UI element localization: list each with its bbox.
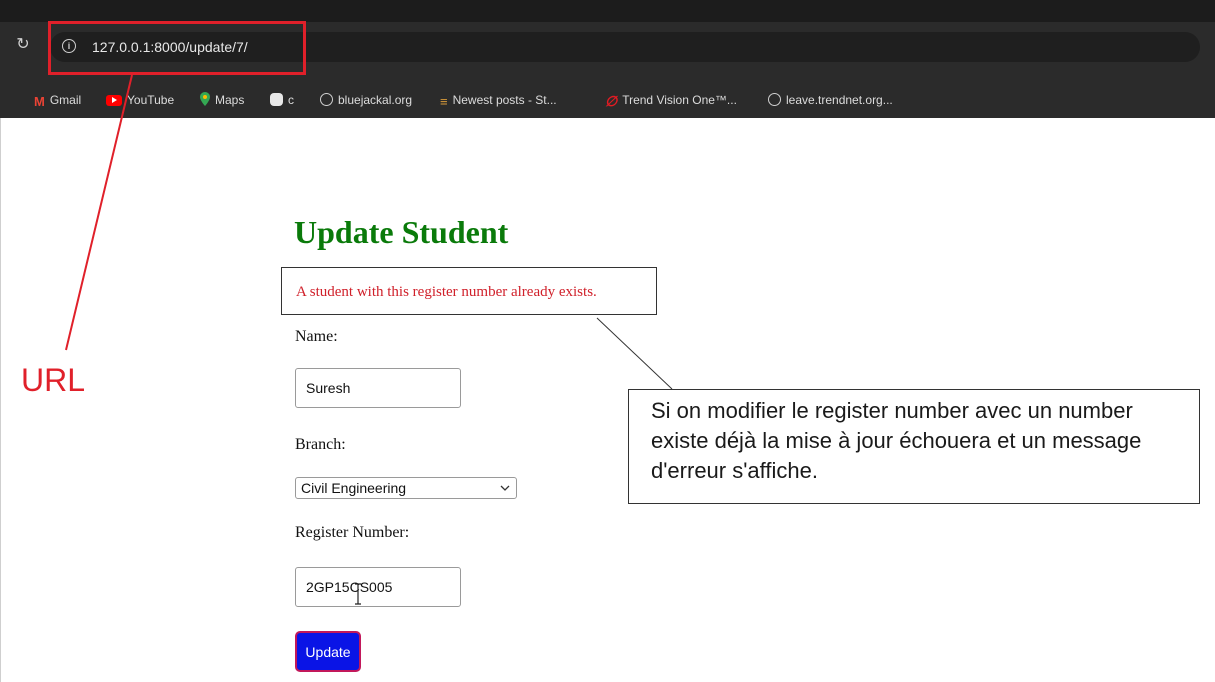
bookmark-label: YouTube bbox=[127, 93, 175, 107]
tab-strip bbox=[0, 0, 1215, 22]
bookmark-label: Maps bbox=[215, 93, 245, 107]
bookmark-leave-trendnet[interactable]: leave.trendnet.org... bbox=[768, 91, 893, 109]
maps-icon bbox=[200, 92, 210, 106]
bookmark-bluejackal[interactable]: bluejackal.org bbox=[320, 91, 412, 109]
bookmark-label: Trend Vision One™... bbox=[622, 93, 737, 107]
bookmark-label: Gmail bbox=[49, 93, 82, 107]
error-message: A student with this register number alre… bbox=[296, 284, 597, 300]
reload-icon[interactable]: ↻ bbox=[14, 36, 32, 54]
stack-icon: ≡ bbox=[440, 94, 448, 109]
globe-icon bbox=[768, 93, 781, 106]
register-number-label: Register Number: bbox=[295, 524, 410, 541]
bookmark-newest-posts[interactable]: ≡ Newest posts - St... bbox=[440, 91, 557, 109]
name-input[interactable] bbox=[295, 368, 461, 408]
update-button[interactable]: Update bbox=[295, 631, 361, 672]
bookmark-youtube[interactable]: YouTube bbox=[106, 91, 174, 109]
name-label: Name: bbox=[295, 328, 338, 345]
explanation-callout-text: Si on modifier le register number avec u… bbox=[651, 398, 1142, 483]
bookmark-label: Newest posts - St... bbox=[452, 93, 557, 107]
bookmark-icon bbox=[270, 93, 283, 106]
globe-icon bbox=[320, 93, 333, 106]
explanation-callout: Si on modifier le register number avec u… bbox=[628, 389, 1200, 504]
branch-label: Branch: bbox=[295, 436, 346, 453]
error-message-box: A student with this register number alre… bbox=[281, 267, 657, 315]
screen: ↻ i 127.0.0.1:8000/update/7/ M Gmail YouT… bbox=[0, 0, 1215, 682]
bookmarks-bar: M Gmail YouTube Maps c bluejackal.org ≡ Ne… bbox=[0, 82, 1215, 118]
bookmark-label: bluejackal.org bbox=[338, 93, 413, 107]
page-title: Update Student bbox=[294, 214, 509, 250]
url-highlight-box bbox=[48, 21, 306, 75]
url-annotation-label: URL bbox=[21, 362, 86, 398]
branch-selected-value: Civil Engineering bbox=[301, 480, 407, 496]
bookmark-maps[interactable]: Maps bbox=[200, 91, 244, 109]
youtube-icon bbox=[106, 95, 122, 106]
branch-select[interactable]: Civil Engineering bbox=[295, 477, 517, 499]
bookmark-trend-vision[interactable]: ∅ Trend Vision One™... bbox=[605, 91, 737, 109]
bookmark-label: c bbox=[288, 93, 294, 107]
bookmark-gmail[interactable]: M Gmail bbox=[34, 91, 81, 109]
bookmark-c[interactable]: c bbox=[270, 91, 294, 109]
chevron-down-icon bbox=[500, 481, 510, 495]
gmail-icon: M bbox=[34, 94, 45, 109]
trend-icon: ∅ bbox=[605, 93, 618, 109]
bookmark-label: leave.trendnet.org... bbox=[786, 93, 893, 107]
text-cursor-icon bbox=[354, 583, 362, 605]
register-number-input[interactable] bbox=[295, 567, 461, 607]
